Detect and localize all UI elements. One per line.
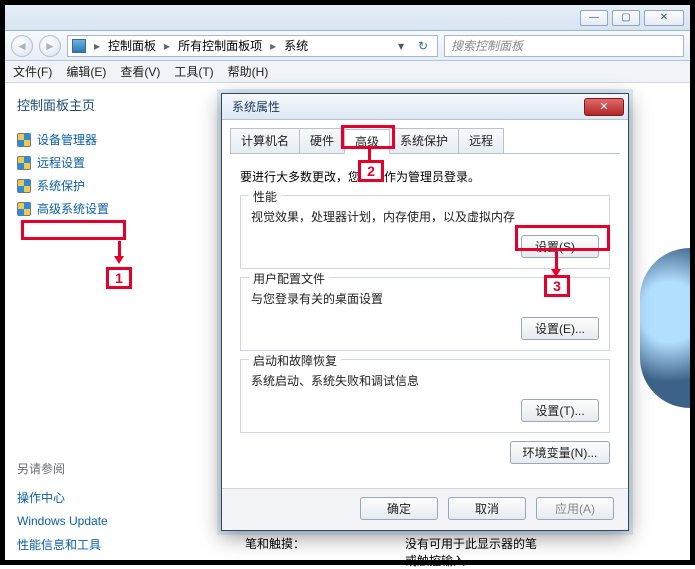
group-title-profile: 用户配置文件 xyxy=(249,270,329,287)
annotation-highlight-settings xyxy=(515,225,610,251)
sidebar-item-remote[interactable]: 远程设置 xyxy=(17,151,201,174)
system-properties-dialog: 系统属性 ✕ 计算机名 硬件 高级 系统保护 远程 要进行大多数更改，您必须作为… xyxy=(221,93,629,531)
annotation-callout-2: 2 xyxy=(358,160,384,182)
annotation-arrow-2 xyxy=(368,149,371,160)
tab-system-protection[interactable]: 系统保护 xyxy=(389,128,459,153)
admin-note: 要进行大多数更改，您必须作为管理员登录。 xyxy=(240,168,610,185)
sidebar-item-label: 系统保护 xyxy=(37,177,85,194)
sidebar-item-device-manager[interactable]: 设备管理器 xyxy=(17,128,201,151)
apply-button[interactable]: 应用(A) xyxy=(536,497,614,520)
search-input[interactable]: 搜索控制面板 xyxy=(444,35,684,57)
sidebar-item-label: 远程设置 xyxy=(37,154,85,171)
annotation-arrow-1 xyxy=(118,241,121,261)
cancel-button[interactable]: 取消 xyxy=(448,497,526,520)
shield-icon xyxy=(17,179,31,193)
breadcrumb[interactable]: ▸ 控制面板 ▸ 所有控制面板项 ▸ 系统 ▾ ↻ xyxy=(67,35,438,57)
sidebar-home-link[interactable]: 控制面板主页 xyxy=(17,95,201,114)
breadcrumb-sep: ▸ xyxy=(90,39,104,53)
control-panel-icon xyxy=(72,39,86,53)
close-button[interactable]: ✕ xyxy=(644,10,684,26)
breadcrumb-item[interactable]: 系统 xyxy=(284,37,308,54)
sidebar-link-windows-update[interactable]: Windows Update xyxy=(17,510,201,532)
group-desc-startup: 系统启动、系统失败和调试信息 xyxy=(251,372,599,389)
sidebar-item-label: 高级系统设置 xyxy=(37,200,109,217)
sidebar: 控制面板主页 设备管理器 远程设置 系统保护 高级系统设置 另请参阅 操作中心 … xyxy=(5,83,201,560)
ok-button[interactable]: 确定 xyxy=(360,497,438,520)
sidebar-item-protection[interactable]: 系统保护 xyxy=(17,174,201,197)
dialog-title: 系统属性 xyxy=(232,98,280,115)
search-placeholder: 搜索控制面板 xyxy=(451,37,523,54)
group-title-performance: 性能 xyxy=(249,188,281,205)
settings-button-profile[interactable]: 设置(E)... xyxy=(521,317,599,340)
forward-button[interactable]: ► xyxy=(39,35,61,57)
shield-icon xyxy=(17,133,31,147)
annotation-callout-1: 1 xyxy=(106,267,132,289)
annotation-highlight-sidebar xyxy=(21,220,126,240)
menu-help[interactable]: 帮助(H) xyxy=(228,63,269,80)
dialog-tabs: 计算机名 硬件 高级 系统保护 远程 xyxy=(230,128,620,154)
menu-view[interactable]: 查看(V) xyxy=(120,63,160,80)
dialog-body: 要进行大多数更改，您必须作为管理员登录。 性能 视觉效果，处理器计划，内存使用，… xyxy=(222,154,628,474)
environment-variables-button[interactable]: 环境变量(N)... xyxy=(510,441,610,464)
annotation-callout-3: 3 xyxy=(544,275,570,297)
sidebar-link-action-center[interactable]: 操作中心 xyxy=(17,485,201,510)
pen-touch-label: 笔和触摸： xyxy=(245,535,305,552)
menu-file[interactable]: 文件(F) xyxy=(13,63,52,80)
minimize-button[interactable]: — xyxy=(580,10,608,26)
shield-icon xyxy=(17,202,31,216)
settings-button-startup[interactable]: 设置(T)... xyxy=(521,399,599,422)
annotation-highlight-tab xyxy=(341,125,395,149)
group-title-startup: 启动和故障恢复 xyxy=(249,352,341,369)
sidebar-item-advanced-settings[interactable]: 高级系统设置 xyxy=(17,197,201,220)
menu-bar: 文件(F) 编辑(E) 查看(V) 工具(T) 帮助(H) xyxy=(5,61,690,83)
sidebar-link-performance-info[interactable]: 性能信息和工具 xyxy=(17,532,201,557)
navigation-bar: ◄ ► ▸ 控制面板 ▸ 所有控制面板项 ▸ 系统 ▾ ↻ 搜索控制面板 xyxy=(5,31,690,61)
dialog-titlebar: 系统属性 ✕ xyxy=(222,94,628,120)
breadcrumb-dropdown-icon[interactable]: ▾ xyxy=(393,39,409,53)
tab-remote[interactable]: 远程 xyxy=(458,128,504,153)
group-desc-performance: 视觉效果，处理器计划，内存使用，以及虚拟内存 xyxy=(251,208,599,225)
back-button[interactable]: ◄ xyxy=(11,35,33,57)
dialog-footer: 确定 取消 应用(A) xyxy=(222,488,628,530)
shield-icon xyxy=(17,156,31,170)
breadcrumb-sep: ▸ xyxy=(266,39,280,53)
breadcrumb-item[interactable]: 控制面板 xyxy=(108,37,156,54)
dialog-close-button[interactable]: ✕ xyxy=(584,98,624,116)
refresh-icon[interactable]: ↻ xyxy=(413,39,433,53)
see-also-heading: 另请参阅 xyxy=(17,460,201,477)
group-startup-recovery: 启动和故障恢复 系统启动、系统失败和调试信息 设置(T)... xyxy=(240,359,610,433)
breadcrumb-sep: ▸ xyxy=(160,39,174,53)
menu-edit[interactable]: 编辑(E) xyxy=(66,63,106,80)
tab-hardware[interactable]: 硬件 xyxy=(299,128,345,153)
pen-touch-value: 没有可用于此显示器的笔或触控输入 xyxy=(405,535,537,569)
sidebar-spacer xyxy=(17,220,201,460)
annotation-arrow-3 xyxy=(555,252,558,274)
breadcrumb-item[interactable]: 所有控制面板项 xyxy=(178,37,262,54)
tab-computer-name[interactable]: 计算机名 xyxy=(230,128,300,153)
maximize-button[interactable]: ▢ xyxy=(612,10,640,26)
sidebar-item-label: 设备管理器 xyxy=(37,131,97,148)
menu-tools[interactable]: 工具(T) xyxy=(174,63,213,80)
window-titlebar: — ▢ ✕ xyxy=(5,5,690,31)
decorative-sphere xyxy=(640,248,690,408)
